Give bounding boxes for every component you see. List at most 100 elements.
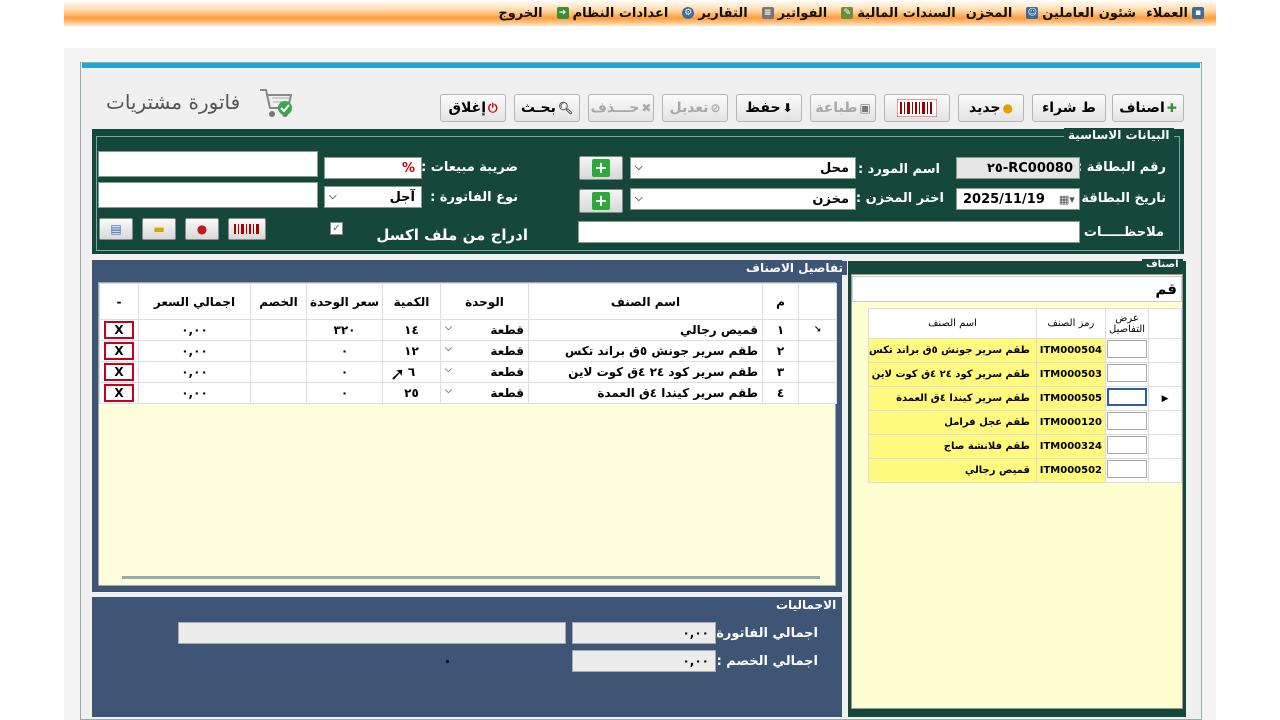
- horizontal-scrollbar[interactable]: [122, 576, 820, 579]
- list-item[interactable]: ITM000504 طقم سرير جونش ٥ق براند تكس: [868, 338, 1182, 363]
- table-row[interactable]: ↘ ١ قميص رجالي قطعة ⌵ ١٤ ٣٢٠ ٠,٠٠ X: [99, 319, 837, 341]
- row-discount[interactable]: [250, 382, 307, 404]
- row-selector[interactable]: [1148, 434, 1182, 459]
- row-remove[interactable]: X: [99, 361, 139, 383]
- extra-field-2[interactable]: [98, 182, 318, 208]
- save-button[interactable]: ⬇ حفظ: [736, 94, 802, 122]
- item-details-table: م اسم الصنف الوحدة الكمية سعر الوحدة الخ…: [99, 283, 837, 404]
- row-selector[interactable]: ↘: [798, 319, 837, 341]
- list-item[interactable]: ITM000120 طقم عجل فرامل: [868, 410, 1182, 435]
- extra-field-1[interactable]: [98, 151, 318, 177]
- remove-row-button[interactable]: X: [104, 342, 134, 360]
- list-item[interactable]: ITM000503 طقم سرير كود ٢٤ ٤ق كوت لاين: [868, 362, 1182, 387]
- row-unit[interactable]: قطعة ⌵: [440, 319, 529, 341]
- menu-invoices[interactable]: الفواتير ≡: [758, 6, 827, 21]
- row-qty[interactable]: ٢٥: [382, 382, 441, 404]
- row-unit-price[interactable]: ٠: [306, 361, 383, 383]
- row-item-name[interactable]: طقم سرير جونش ٥ق براند تكس: [528, 340, 763, 362]
- remove-row-button[interactable]: X: [104, 384, 134, 402]
- show-details-cell[interactable]: [1104, 410, 1150, 435]
- row-unit-price[interactable]: ٠: [306, 382, 383, 404]
- row-remove[interactable]: X: [99, 382, 139, 404]
- row-selector[interactable]: [798, 382, 837, 404]
- barcode-button[interactable]: [884, 94, 950, 122]
- items-search-input[interactable]: قم: [852, 276, 1182, 302]
- row-unit[interactable]: قطعة ⌵: [440, 361, 529, 383]
- add-supplier-button[interactable]: +: [579, 156, 623, 180]
- excel-barcode-button[interactable]: [228, 218, 266, 240]
- notes-field[interactable]: [578, 221, 1080, 243]
- list-item[interactable]: ITM000324 طقم فلانشة صاج: [868, 434, 1182, 459]
- menu-exit[interactable]: الخروج: [498, 6, 542, 21]
- col-show-details: عرض التفاصيل: [1104, 308, 1150, 339]
- show-details-checkbox[interactable]: [1107, 412, 1148, 430]
- supplier-select[interactable]: محل ⌵: [630, 157, 856, 179]
- invoice-type-select[interactable]: آجل ⌵: [324, 186, 422, 208]
- row-qty[interactable]: ١٤: [382, 319, 441, 341]
- search-button[interactable]: 🔍︎ بحـث: [514, 94, 580, 122]
- menu-customers[interactable]: ▪ العملاء: [1146, 6, 1204, 21]
- row-item-name[interactable]: طقم سرير كيندا ٤ق العمدة: [528, 382, 763, 404]
- row-unit[interactable]: قطعة ⌵: [440, 382, 529, 404]
- show-details-cell[interactable]: [1104, 362, 1150, 387]
- menu-finance[interactable]: السندات المالية ✎: [837, 6, 956, 21]
- purchase-request-button[interactable]: ط شراء: [1032, 94, 1106, 122]
- col-item-code: رمز الصنف: [1035, 308, 1106, 339]
- show-details-checkbox[interactable]: [1107, 340, 1148, 358]
- menu-staff[interactable]: شئون العاملين ☺: [1022, 6, 1136, 21]
- edit-button[interactable]: ⊘ تعديل: [662, 94, 728, 122]
- items-button[interactable]: ✚ اصناف: [1112, 94, 1184, 122]
- remove-row-button[interactable]: X: [104, 363, 134, 381]
- menu-settings[interactable]: اعدادات النظام ➜: [553, 6, 668, 21]
- row-item-name[interactable]: طقم سرير كود ٢٤ ٤ق كوت لاين: [528, 361, 763, 383]
- row-item-name[interactable]: قميص رجالي: [528, 319, 763, 341]
- row-discount[interactable]: [250, 340, 307, 362]
- row-qty[interactable]: ١٢: [382, 340, 441, 362]
- row-selector[interactable]: [1148, 338, 1182, 363]
- list-item[interactable]: ▶ ITM000505 طقم سرير كيندا ٤ق العمدة: [868, 386, 1182, 411]
- card-no-field[interactable]: RC00080-٢٥: [956, 157, 1080, 179]
- menu-warehouse[interactable]: المخزن: [966, 6, 1013, 21]
- row-remove[interactable]: X: [99, 319, 139, 341]
- row-selector[interactable]: [1148, 458, 1182, 483]
- table-row[interactable]: ٣ طقم سرير كود ٢٤ ٤ق كوت لاين قطعة ⌵ ٦ ٠ …: [99, 361, 837, 383]
- row-selector[interactable]: ▶: [1148, 386, 1182, 411]
- delete-button[interactable]: ✖ حـــذف: [588, 94, 654, 122]
- card-date-field[interactable]: 2025/11/19 ▦▾: [956, 188, 1080, 210]
- show-details-checkbox[interactable]: [1107, 364, 1148, 382]
- add-store-button[interactable]: +: [579, 189, 623, 213]
- row-selector[interactable]: [1148, 362, 1182, 387]
- show-details-checkbox[interactable]: [1107, 388, 1148, 406]
- tax-field[interactable]: %: [324, 157, 422, 179]
- new-button[interactable]: ● جديد: [958, 94, 1024, 122]
- show-details-checkbox[interactable]: [1107, 460, 1148, 478]
- menu-reports[interactable]: التقارير ⚙: [678, 6, 748, 21]
- list-item[interactable]: ITM000502 قميص رجالي: [868, 458, 1182, 483]
- show-details-cell[interactable]: [1104, 386, 1150, 411]
- row-discount[interactable]: [250, 319, 307, 341]
- show-details-checkbox[interactable]: [1107, 436, 1148, 454]
- excel-file-button[interactable]: ▤: [99, 218, 133, 240]
- print-button[interactable]: ▣ طباعة: [810, 94, 876, 122]
- remove-row-button[interactable]: X: [104, 321, 134, 339]
- row-discount[interactable]: [250, 361, 307, 383]
- row-unit-price[interactable]: ٣٢٠: [306, 319, 383, 341]
- close-button[interactable]: ⏻ إغلاق: [440, 94, 506, 122]
- table-row[interactable]: ٢ طقم سرير جونش ٥ق براند تكس قطعة ⌵ ١٢ ٠ …: [99, 340, 837, 362]
- row-remove[interactable]: X: [99, 340, 139, 362]
- plus-icon: +: [592, 159, 610, 177]
- table-row[interactable]: ٤ طقم سرير كيندا ٤ق العمدة قطعة ⌵ ٢٥ ٠ ٠,…: [99, 382, 837, 404]
- excel-folder-button[interactable]: ▬: [142, 218, 176, 240]
- excel-delete-button[interactable]: ●: [185, 218, 219, 240]
- show-details-cell[interactable]: [1104, 458, 1150, 483]
- show-details-cell[interactable]: [1104, 434, 1150, 459]
- excel-checkbox[interactable]: ✓: [330, 222, 343, 235]
- row-unit-price[interactable]: ٠: [306, 340, 383, 362]
- row-unit[interactable]: قطعة ⌵: [440, 340, 529, 362]
- show-details-cell[interactable]: [1104, 338, 1150, 363]
- row-selector[interactable]: [798, 340, 837, 362]
- calendar-icon[interactable]: ▦▾: [1059, 193, 1075, 206]
- row-selector[interactable]: [798, 361, 837, 383]
- row-selector[interactable]: [1148, 410, 1182, 435]
- store-select[interactable]: مخزن ⌵: [630, 188, 856, 210]
